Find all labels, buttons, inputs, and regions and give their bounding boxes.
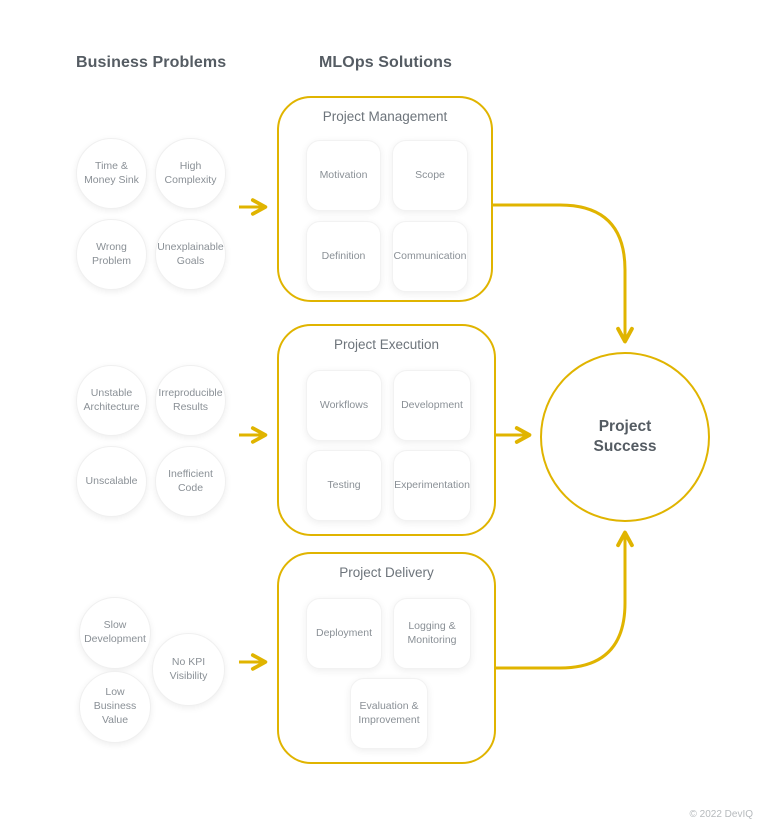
tile-line: Definition [321,249,366,262]
tile-line: Testing [327,478,361,491]
problem-circle-inefficient-code[interactable]: Inefficient Code [155,446,226,517]
outcome-line: Project [598,417,652,435]
problem-line: High [179,159,202,172]
problem-line: No KPI Visibility [169,655,208,682]
connector-management-to-success [493,203,634,344]
problem-line: Wrong [96,240,127,253]
solution-group-title: Project Management [322,109,448,124]
problem-line: Unscalable [85,474,138,487]
solution-tile-development[interactable]: Development [393,370,471,441]
problem-circle-slow-development[interactable]: Slow Development [79,597,151,669]
problem-line: Complexity [164,173,217,186]
tile-line: Evaluation & [359,699,419,712]
solution-tile-testing[interactable]: Testing [306,450,382,521]
solution-group-title: Project Execution [333,337,440,352]
problem-line: Money Sink [84,173,139,186]
problem-circle-unstable-architecture[interactable]: Unstable Architecture [76,365,147,436]
problem-line: Time & [95,159,128,172]
problem-circle-high-complexity[interactable]: High Complexity [155,138,226,209]
column-heading-mlops-solutions: MLOps Solutions [319,54,453,71]
solution-tile-experimentation[interactable]: Experimentation [393,450,471,521]
solution-tile-logging-monitoring[interactable]: Logging & Monitoring [393,598,471,669]
outcome-project-success[interactable]: Project Success [540,352,710,522]
column-heading-business-problems: Business Problems [76,54,227,71]
tile-line: Workflows [319,398,369,411]
solution-tile-motivation[interactable]: Motivation [306,140,381,211]
problem-line: Unexplainable [157,240,224,253]
problem-line: Unstable [90,386,133,399]
solution-tile-evaluation-improvement[interactable]: Evaluation & Improvement [350,678,428,749]
solution-group-project-execution[interactable]: Project Execution Workflows Development … [277,324,496,536]
tile-line: Communication [393,249,467,262]
problem-circle-wrong-problem[interactable]: Wrong Problem [76,219,147,290]
problem-line: Goals [176,254,205,267]
solution-tile-communication[interactable]: Communication [392,221,468,292]
problem-line: Irreproducible [158,386,223,399]
solution-tile-scope[interactable]: Scope [392,140,468,211]
tile-line: Deployment [315,626,373,639]
solution-tile-definition[interactable]: Definition [306,221,381,292]
problem-circle-no-kpi-visibility[interactable]: No KPI Visibility [152,633,225,706]
problem-line: Slow [103,619,127,632]
tile-line: Monitoring [407,633,457,646]
problem-circle-time-money-sink[interactable]: Time & Money Sink [76,138,147,209]
diagram-canvas: Business Problems MLOps Solutions Time &… [0,0,777,838]
tile-line: Experimentation [394,478,470,491]
problem-circle-low-business-value[interactable]: Low Business Value [79,671,151,743]
tile-line: Scope [415,168,445,181]
solution-tile-workflows[interactable]: Workflows [306,370,382,441]
solution-tile-deployment[interactable]: Deployment [306,598,382,669]
problem-line: Value [101,713,129,726]
tile-line: Development [401,398,463,411]
problem-line: Inefficient Code [168,467,213,494]
solution-group-title: Project Delivery [339,565,434,580]
problem-line: Problem [91,254,132,267]
problem-line: Development [84,633,146,645]
tile-line: Improvement [358,713,420,726]
solution-group-project-delivery[interactable]: Project Delivery Deployment Logging & Mo… [277,552,496,764]
problem-line: Low Business [93,686,137,713]
problem-line: Results [173,400,209,413]
solution-group-project-management[interactable]: Project Management Motivation Scope Defi… [277,96,493,302]
tile-line: Motivation [319,168,368,181]
problem-circle-irreproducible-results[interactable]: Irreproducible Results [155,365,226,436]
problem-circle-unscalable[interactable]: Unscalable [76,446,147,517]
footer-copyright: © 2022 DevIQ [689,809,753,820]
outcome-line: Success [593,438,657,455]
tile-line: Logging & [408,619,456,632]
problem-line: Architecture [83,400,140,413]
connector-delivery-to-success [493,530,634,670]
problem-circle-unexplainable-goals[interactable]: Unexplainable Goals [155,219,226,290]
